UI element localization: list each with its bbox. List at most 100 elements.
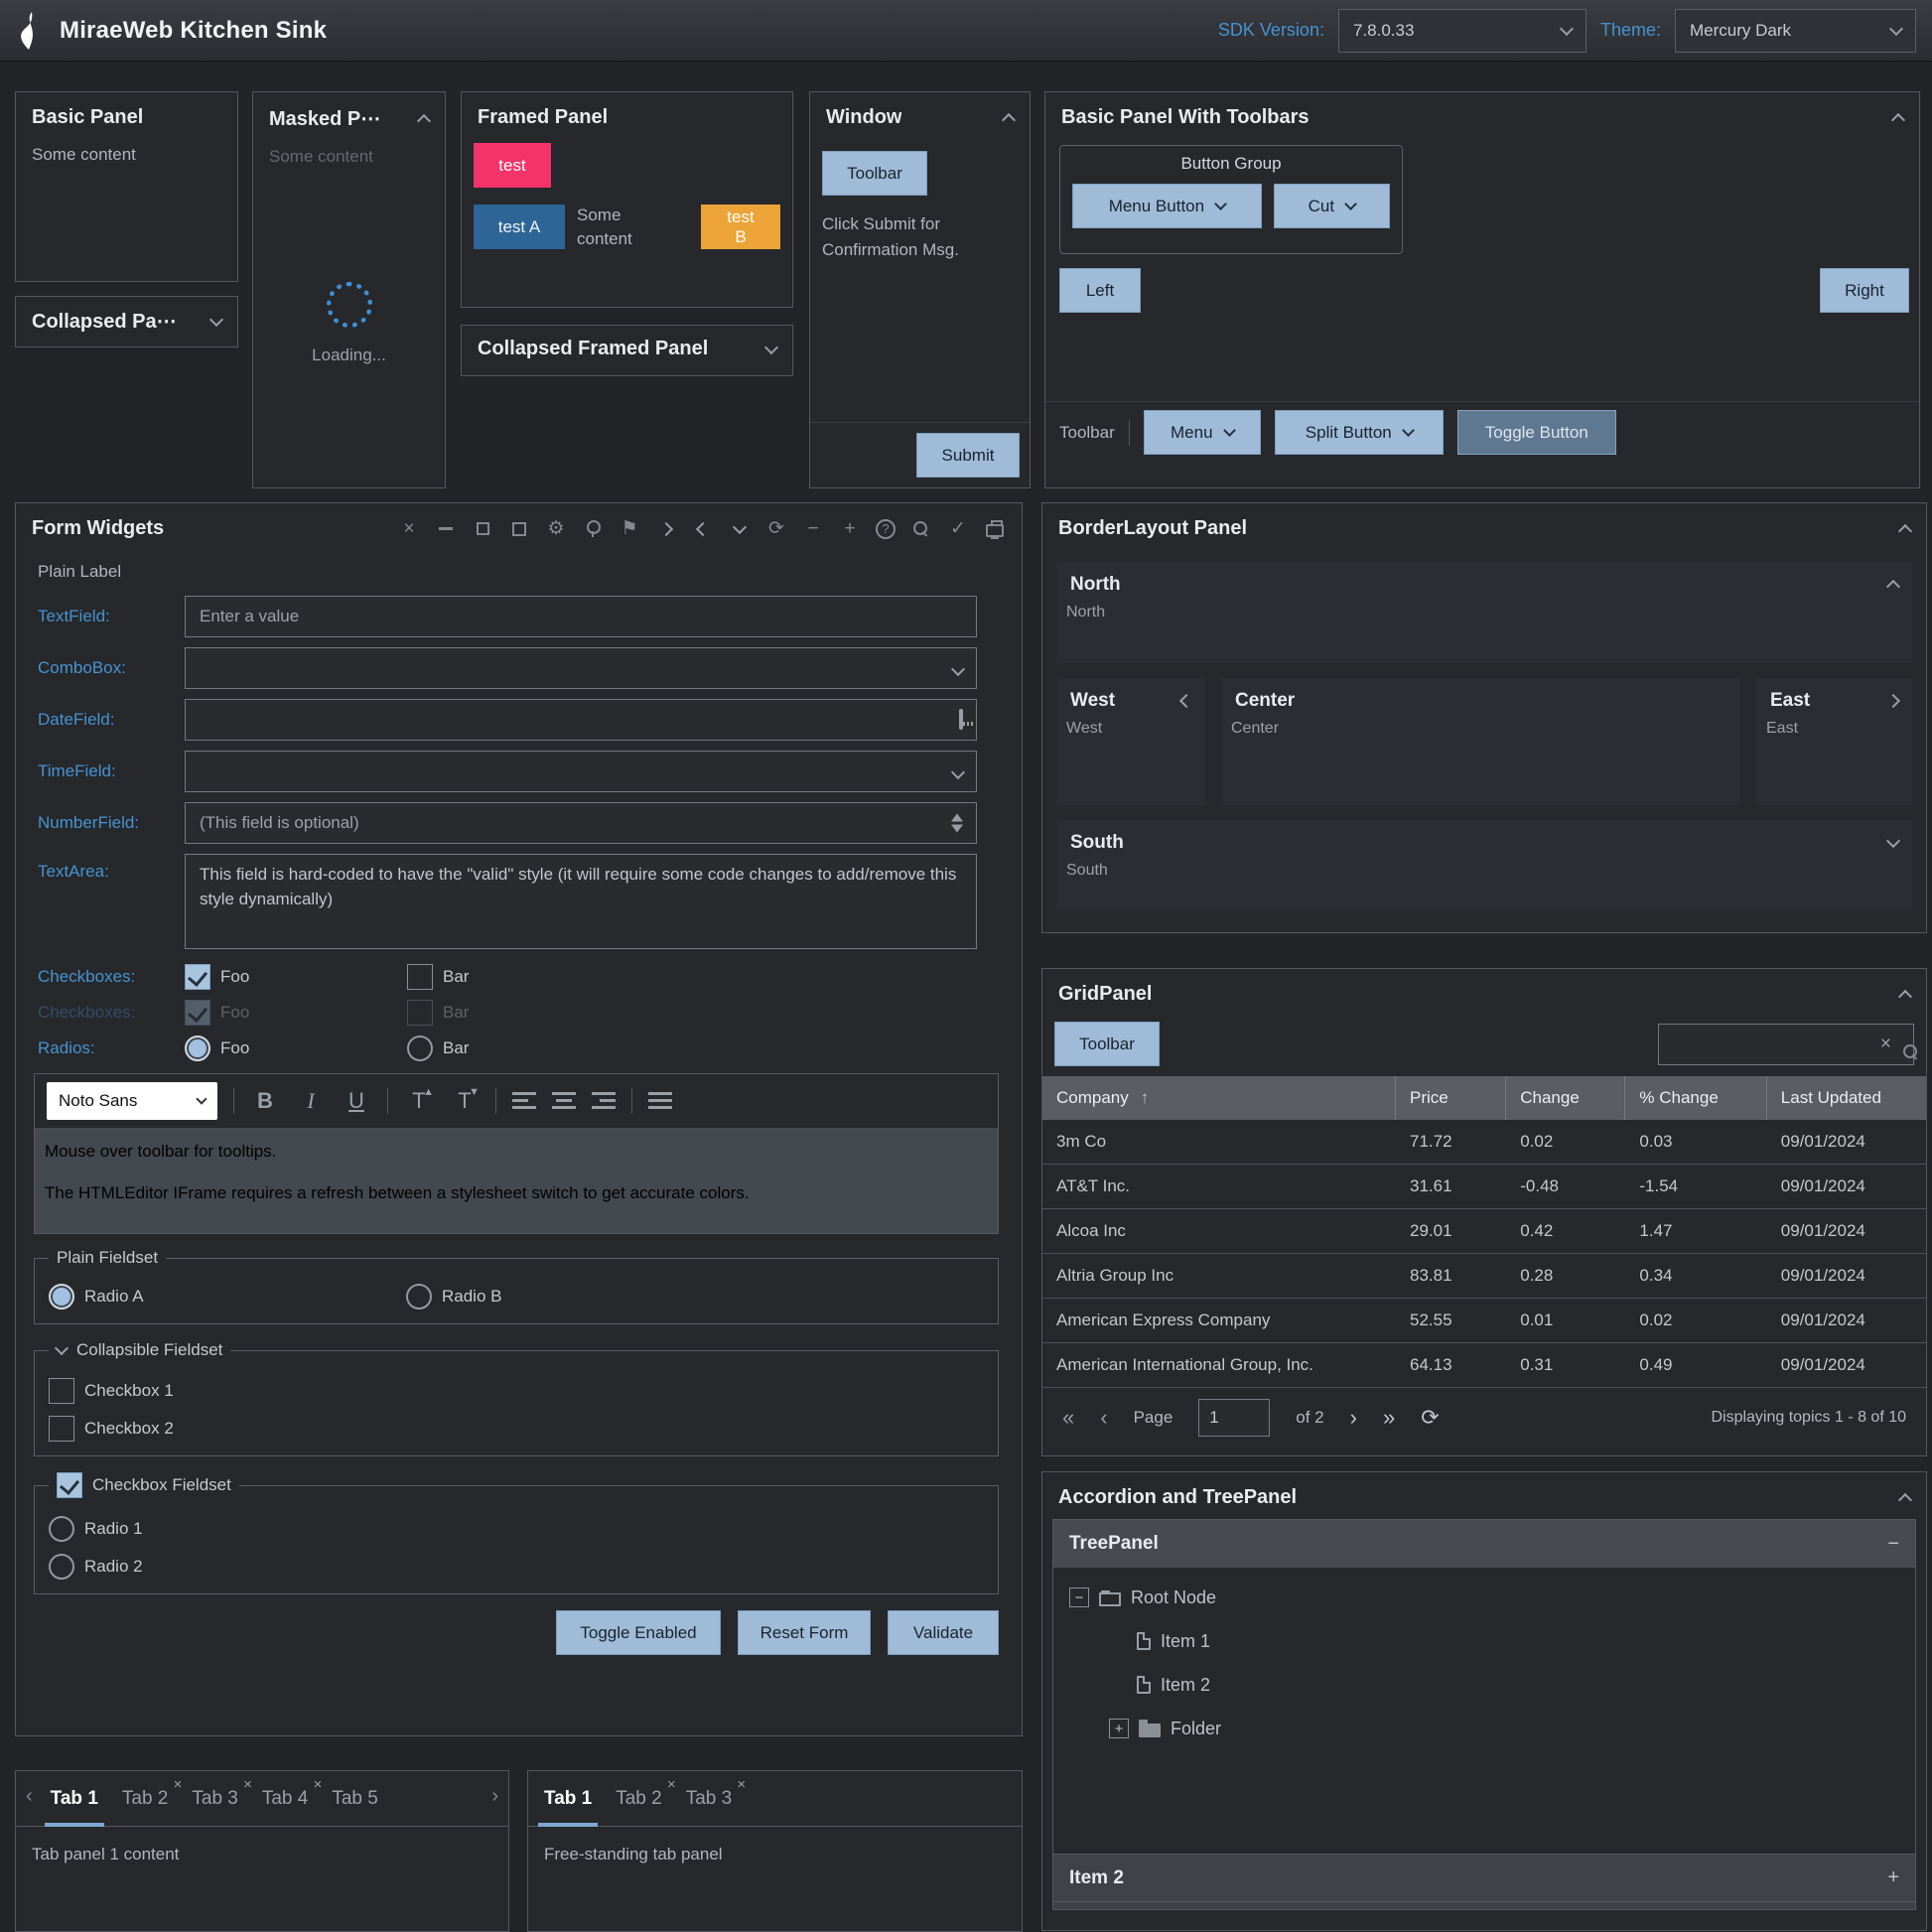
grow-text-icon[interactable]: T▲ [404, 1088, 434, 1114]
textfield-input[interactable] [185, 596, 977, 637]
radio-a[interactable]: Radio A [49, 1284, 406, 1310]
table-row[interactable]: AT&T Inc. 31.61 -0.48 -1.54 09/01/2024 [1042, 1165, 1926, 1209]
flag-icon[interactable]: ⚑ [619, 518, 640, 540]
radio-unchecked-icon[interactable] [49, 1516, 74, 1542]
test-button[interactable]: test [474, 143, 551, 188]
align-right-icon[interactable] [592, 1092, 616, 1110]
radio-2[interactable]: Radio 2 [49, 1554, 984, 1580]
chevron-right-icon[interactable] [655, 518, 677, 540]
radio-checked-icon[interactable] [185, 1035, 210, 1061]
expand-node-icon[interactable]: + [1109, 1719, 1129, 1738]
expand-icon[interactable] [209, 312, 223, 326]
submit-button[interactable]: Submit [916, 433, 1020, 478]
table-row[interactable]: American Express Company 52.55 0.01 0.02… [1042, 1299, 1926, 1343]
accordion-next-item[interactable] [1053, 1901, 1915, 1909]
radio-bar[interactable]: Bar [407, 1035, 629, 1061]
collapse-down-icon[interactable] [1886, 834, 1900, 848]
timefield-input[interactable] [185, 751, 977, 792]
collapse-icon[interactable] [1898, 523, 1912, 537]
split-button[interactable]: Split Button [1275, 410, 1444, 455]
collapse-left-icon[interactable] [1179, 694, 1193, 708]
bold-icon[interactable]: B [250, 1088, 280, 1114]
grid-search-input[interactable] [1669, 1035, 1868, 1054]
expand-icon[interactable] [764, 340, 778, 353]
tab-4[interactable]: Tab 4× [252, 1774, 318, 1826]
window-toolbar-button[interactable]: Toolbar [822, 151, 927, 196]
minus-icon[interactable]: − [802, 518, 824, 540]
tab-2[interactable]: Tab 2× [606, 1774, 671, 1826]
collapse-icon[interactable] [1891, 112, 1905, 126]
tree-node-item1[interactable]: Item 1 [1053, 1619, 1915, 1663]
collapse-icon[interactable] [1898, 989, 1912, 1003]
italic-icon[interactable]: I [296, 1088, 326, 1114]
sdk-version-select[interactable]: 7.8.0.33 [1338, 9, 1587, 53]
radio-unchecked-icon[interactable] [49, 1554, 74, 1580]
last-page-button[interactable]: » [1383, 1405, 1395, 1431]
accordion-item-2[interactable]: Item 2 + [1053, 1854, 1915, 1901]
checkbox-checked-icon[interactable] [185, 964, 210, 990]
grid-search-field[interactable]: × [1658, 1024, 1914, 1065]
number-spinner[interactable] [951, 814, 963, 833]
cut-button[interactable]: Cut [1274, 184, 1390, 228]
close-icon[interactable]: × [667, 1776, 676, 1793]
html-editor-content[interactable]: Mouse over toolbar for tooltips. The HTM… [35, 1128, 998, 1233]
tab-5[interactable]: Tab 5 [322, 1774, 379, 1826]
refresh-icon[interactable]: ⟳ [1421, 1405, 1439, 1431]
tab-3[interactable]: Tab 3× [676, 1774, 742, 1826]
align-center-icon[interactable] [552, 1092, 576, 1110]
tree-node-root[interactable]: − Root Node [1053, 1576, 1915, 1619]
radio-checked-icon[interactable] [49, 1284, 74, 1310]
close-icon[interactable]: × [737, 1776, 746, 1793]
right-button[interactable]: Right [1820, 268, 1909, 313]
collapse-icon[interactable] [1898, 1492, 1912, 1506]
table-row[interactable]: Alcoa Inc 29.01 0.42 1.47 09/01/2024 [1042, 1209, 1926, 1254]
search-icon[interactable] [910, 518, 932, 540]
tree-node-item2[interactable]: Item 2 [1053, 1663, 1915, 1707]
checkbox-unchecked-icon[interactable] [49, 1416, 74, 1442]
plus-icon[interactable]: + [839, 518, 861, 540]
textarea-input[interactable]: This field is hard-coded to have the "va… [185, 854, 977, 949]
help-icon[interactable]: ? [876, 519, 896, 539]
validate-button[interactable]: Validate [888, 1610, 999, 1655]
collapse-right-icon[interactable] [1886, 694, 1900, 708]
chevron-left-icon[interactable] [692, 518, 714, 540]
tab-2[interactable]: Tab 2× [112, 1774, 178, 1826]
checkbox-checked-icon[interactable] [57, 1472, 82, 1498]
table-row[interactable]: American International Group, Inc. 64.13… [1042, 1343, 1926, 1388]
radio-1[interactable]: Radio 1 [49, 1516, 984, 1542]
toggle-enabled-button[interactable]: Toggle Enabled [556, 1610, 721, 1655]
refresh-icon[interactable]: ⟳ [765, 518, 787, 540]
collapse-icon[interactable] [1002, 112, 1016, 126]
test-a-button[interactable]: test A [474, 205, 565, 249]
table-row[interactable]: Altria Group Inc 83.81 0.28 0.34 09/01/2… [1042, 1254, 1926, 1299]
collapse-minus-icon[interactable]: − [1887, 1533, 1899, 1556]
grid-toolbar-button[interactable]: Toolbar [1054, 1022, 1160, 1066]
close-icon[interactable]: × [174, 1776, 183, 1793]
justify-icon[interactable] [648, 1092, 672, 1110]
toggle-button[interactable]: Toggle Button [1457, 410, 1616, 455]
checkbox-unchecked-icon[interactable] [49, 1378, 74, 1404]
radio-b[interactable]: Radio B [406, 1284, 763, 1310]
calendar-icon[interactable] [959, 711, 963, 729]
tab-1[interactable]: Tab 1 [41, 1774, 108, 1826]
checkbox-2[interactable]: Checkbox 2 [49, 1416, 984, 1442]
tab-1[interactable]: Tab 1 [534, 1774, 602, 1826]
reset-form-button[interactable]: Reset Form [738, 1610, 871, 1655]
column-header-change[interactable]: Change [1506, 1076, 1625, 1120]
radio-unchecked-icon[interactable] [407, 1035, 433, 1061]
gear-icon[interactable]: ⚙ [545, 518, 567, 540]
checkbox-foo[interactable]: Foo [185, 964, 407, 990]
column-header-price[interactable]: Price [1396, 1076, 1506, 1120]
test-b-button[interactable]: test B [701, 205, 780, 249]
align-left-icon[interactable] [512, 1092, 536, 1110]
collapsed-panel[interactable]: Collapsed Pa⋯ [15, 296, 238, 347]
restore-icon[interactable] [508, 518, 530, 540]
numberfield-input[interactable] [185, 802, 977, 844]
menu-button[interactable]: Menu Button [1072, 184, 1262, 228]
tab-3[interactable]: Tab 3× [182, 1774, 247, 1826]
checkbox-1[interactable]: Checkbox 1 [49, 1378, 984, 1404]
datefield-input[interactable] [185, 699, 977, 741]
close-icon[interactable]: × [314, 1776, 323, 1793]
tree-node-folder[interactable]: + Folder [1053, 1707, 1915, 1750]
print-icon[interactable] [984, 518, 1006, 540]
